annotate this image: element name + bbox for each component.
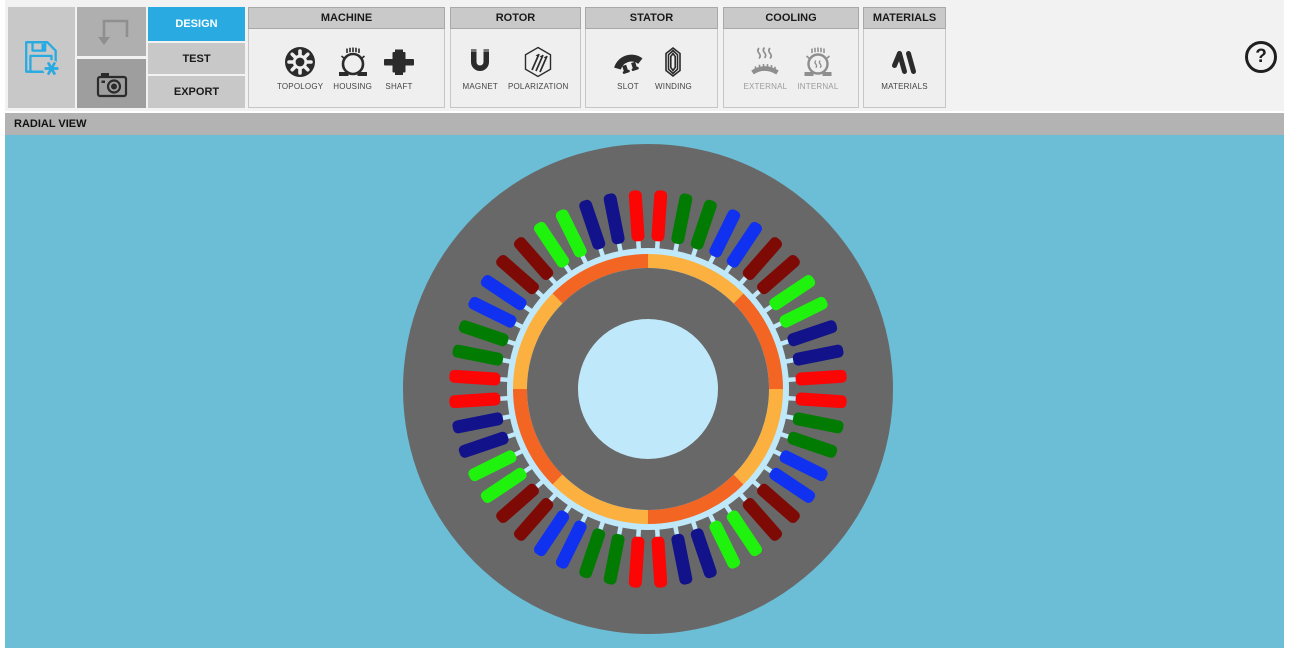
tab-export[interactable]: EXPORT xyxy=(148,76,245,108)
radial-view-title: RADIAL VIEW xyxy=(14,118,87,130)
external-cooling-icon xyxy=(748,45,782,79)
down-arrow-icon xyxy=(90,13,134,51)
help-button[interactable]: ? xyxy=(1245,41,1277,73)
radial-view-canvas[interactable] xyxy=(5,135,1284,648)
internal-cooling-icon xyxy=(801,45,835,79)
load-design-button[interactable] xyxy=(77,7,146,56)
shaft-button[interactable]: SHAFT xyxy=(379,43,419,93)
slot-label: SLOT xyxy=(617,82,639,91)
polarization-label: POLARIZATION xyxy=(508,82,568,91)
slot-icon xyxy=(611,45,645,79)
group-materials: MATERIALS MATERIALS xyxy=(863,7,946,108)
tab-design[interactable]: DESIGN xyxy=(148,7,245,41)
save-icon xyxy=(22,38,62,78)
materials-label: MATERIALS xyxy=(881,82,928,91)
magnet-label: MAGNET xyxy=(463,82,498,91)
motor-cross-section xyxy=(5,135,1284,648)
external-cooling-button[interactable]: EXTERNAL xyxy=(740,43,790,93)
group-materials-title: MATERIALS xyxy=(863,7,946,29)
winding-button[interactable]: WINDING xyxy=(652,43,695,93)
camera-icon xyxy=(93,66,131,102)
winding-icon xyxy=(656,45,690,79)
radial-view-header: RADIAL VIEW xyxy=(5,113,1284,135)
winding-label: WINDING xyxy=(655,82,692,91)
save-button[interactable] xyxy=(8,7,75,108)
housing-icon xyxy=(336,45,370,79)
topology-icon xyxy=(283,45,317,79)
topology-label: TOPOLOGY xyxy=(277,82,323,91)
polarization-button[interactable]: POLARIZATION xyxy=(505,43,571,93)
app-window: DESIGN TEST EXPORT MACHINE xyxy=(5,0,1284,650)
group-machine-body: TOPOLOGY HOUSIN xyxy=(248,29,445,108)
magnet-icon xyxy=(463,45,497,79)
external-cooling-label: EXTERNAL xyxy=(743,82,787,91)
topology-button[interactable]: TOPOLOGY xyxy=(274,43,326,93)
group-cooling-body: EXTERNAL xyxy=(723,29,859,108)
screenshot-button[interactable] xyxy=(77,59,146,108)
group-cooling: COOLING xyxy=(723,7,859,108)
magnet-button[interactable]: MAGNET xyxy=(460,43,501,93)
slot-button[interactable]: SLOT xyxy=(608,43,648,93)
group-machine: MACHINE xyxy=(248,7,445,108)
materials-icon xyxy=(888,45,922,79)
shaft-icon xyxy=(382,45,416,79)
internal-cooling-label: INTERNAL xyxy=(797,82,838,91)
group-machine-title: MACHINE xyxy=(248,7,445,29)
housing-label: HOUSING xyxy=(333,82,372,91)
group-rotor-body: MAGNET POLARIZA xyxy=(450,29,581,108)
group-stator: STATOR xyxy=(585,7,718,108)
shaft-bore xyxy=(578,319,718,459)
internal-cooling-button[interactable]: INTERNAL xyxy=(794,43,841,93)
group-stator-title: STATOR xyxy=(585,7,718,29)
group-rotor-title: ROTOR xyxy=(450,7,581,29)
group-rotor: ROTOR MAGNET xyxy=(450,7,581,108)
group-materials-body: MATERIALS xyxy=(863,29,946,108)
materials-button[interactable]: MATERIALS xyxy=(878,43,931,93)
housing-button[interactable]: HOUSING xyxy=(330,43,375,93)
polarization-icon xyxy=(521,45,555,79)
shaft-label: SHAFT xyxy=(385,82,412,91)
tab-test[interactable]: TEST xyxy=(148,43,245,74)
group-stator-body: SLOT WINDING xyxy=(585,29,718,108)
toolbar: DESIGN TEST EXPORT MACHINE xyxy=(5,0,1284,111)
question-mark-icon: ? xyxy=(1255,46,1267,68)
group-cooling-title: COOLING xyxy=(723,7,859,29)
